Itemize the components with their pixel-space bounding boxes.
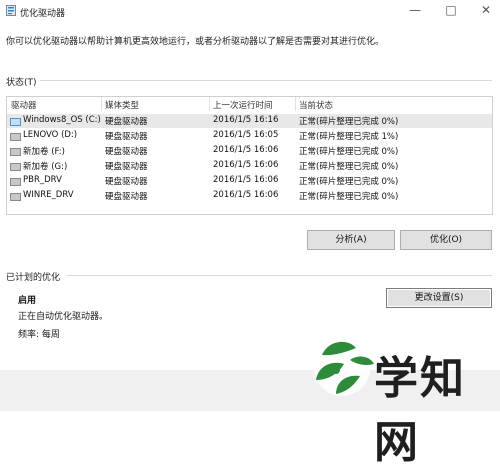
drive-name: PBR_DRV <box>23 175 62 185</box>
drive-row-pbr[interactable]: PBR_DRV 硬盘驱动器 2016/1/5 16:06 正常(碎片整理已完成 … <box>7 174 492 188</box>
drive-last-run: 2016/1/5 16:06 <box>213 175 279 185</box>
drive-icon <box>10 178 21 186</box>
drive-row-d[interactable]: LENOVO (D:) 硬盘驱动器 2016/1/5 16:05 正常(碎片整理… <box>7 129 492 143</box>
drive-row-winre[interactable]: WINRE_DRV 硬盘驱动器 2016/1/5 16:06 正常(碎片整理已完… <box>7 189 492 203</box>
close-icon[interactable]: ✕ <box>478 2 494 18</box>
status-divider <box>40 80 492 81</box>
drive-status: 正常(碎片整理已完成 0%) <box>299 192 399 202</box>
maximize-icon[interactable]: □ <box>443 2 459 18</box>
drive-last-run: 2016/1/5 16:06 <box>213 160 279 170</box>
analyze-button[interactable]: 分析(A) <box>307 230 395 250</box>
column-divider[interactable] <box>209 97 210 111</box>
drive-status: 正常(碎片整理已完成 0%) <box>299 162 399 172</box>
drive-row-c[interactable]: Windows8_OS (C:) 硬盘驱动器 2016/1/5 16:16 正常… <box>7 114 492 128</box>
column-header-status[interactable]: 当前状态 <box>299 99 333 111</box>
drive-media-type: 硬盘驱动器 <box>105 117 148 127</box>
drive-row-f[interactable]: 新加卷 (F:) 硬盘驱动器 2016/1/5 16:06 正常(碎片整理已完成… <box>7 144 492 158</box>
drive-status: 正常(碎片整理已完成 1%) <box>299 132 399 142</box>
drive-list[interactable]: 驱动器 媒体类型 上一次运行时间 当前状态 Windows8_OS (C:) 硬… <box>6 96 493 215</box>
drive-last-run: 2016/1/5 16:05 <box>213 130 279 140</box>
drive-name: Windows8_OS (C:) <box>23 115 101 125</box>
drive-last-run: 2016/1/5 16:06 <box>213 190 279 200</box>
drive-name: LENOVO (D:) <box>23 130 78 140</box>
optimize-button[interactable]: 优化(O) <box>400 230 492 250</box>
drive-row-g[interactable]: 新加卷 (G:) 硬盘驱动器 2016/1/5 16:06 正常(碎片整理已完成… <box>7 159 492 173</box>
minimize-icon[interactable]: — <box>407 2 423 18</box>
site-watermark: 学知网 <box>292 330 497 468</box>
schedule-frequency: 频率: 每周 <box>18 330 60 340</box>
drive-media-type: 硬盘驱动器 <box>105 162 148 172</box>
drive-status: 正常(碎片整理已完成 0%) <box>299 177 399 187</box>
column-divider[interactable] <box>101 97 102 111</box>
drive-media-type: 硬盘驱动器 <box>105 132 148 142</box>
drive-name: 新加卷 (F:) <box>23 147 65 157</box>
drive-name: 新加卷 (G:) <box>23 162 68 172</box>
drive-icon <box>10 148 21 156</box>
drive-icon <box>10 193 21 201</box>
drive-name: WINRE_DRV <box>23 190 74 200</box>
drive-icon <box>10 133 21 141</box>
drive-status: 正常(碎片整理已完成 0%) <box>299 147 399 157</box>
window-title: 优化驱动器 <box>20 9 66 19</box>
drive-media-type: 硬盘驱动器 <box>105 147 148 157</box>
drive-icon <box>10 163 21 171</box>
scheduled-optimization-label: 已计划的优化 <box>6 273 61 283</box>
drive-status: 正常(碎片整理已完成 0%) <box>299 117 399 127</box>
watermark-text: 学知网 <box>374 353 466 468</box>
status-label: 状态(T) <box>6 78 37 88</box>
defrag-app-icon <box>6 5 16 16</box>
drive-last-run: 2016/1/5 16:06 <box>213 145 279 155</box>
scheduled-divider <box>66 275 492 276</box>
drive-last-run: 2016/1/5 16:16 <box>213 115 279 125</box>
column-header-media-type[interactable]: 媒体类型 <box>105 99 139 111</box>
schedule-detail: 正在自动优化驱动器。 <box>18 312 109 322</box>
drive-media-type: 硬盘驱动器 <box>105 192 148 202</box>
column-header-drive[interactable]: 驱动器 <box>11 99 37 111</box>
column-divider[interactable] <box>295 97 296 111</box>
windows-drive-icon <box>10 118 21 126</box>
drive-media-type: 硬盘驱动器 <box>105 177 148 187</box>
change-settings-button[interactable]: 更改设置(S) <box>386 288 492 308</box>
description-text: 你可以优化驱动器以帮助计算机更高效地运行，或者分析驱动器以了解是否需要对其进行优… <box>6 37 385 47</box>
title-bar: 优化驱动器 — □ ✕ <box>0 0 500 22</box>
schedule-state: 启用 <box>18 296 37 306</box>
column-header-last-run[interactable]: 上一次运行时间 <box>213 99 273 111</box>
